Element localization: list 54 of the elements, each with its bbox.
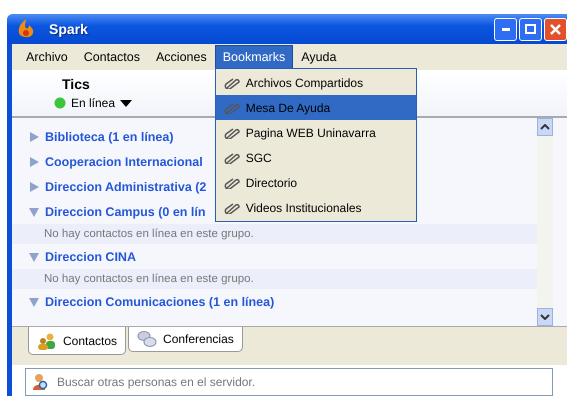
menu-item[interactable]: Ayuda [293,45,344,69]
group-name[interactable]: Cooperacion Internacional [45,154,203,168]
bookmark-item[interactable]: Mesa De Ayuda [216,95,416,120]
paperclip-icon [224,152,240,164]
expanded-arrow-icon[interactable] [29,296,39,306]
paperclip-icon [224,102,240,114]
search-input[interactable]: Buscar otras personas en el servidor. [55,374,552,390]
down-chevron-icon [540,314,550,320]
search-field[interactable]: Buscar otras personas en el servidor. [25,368,553,396]
minimize-button[interactable] [494,18,517,40]
expanded-arrow-icon[interactable] [29,252,39,262]
window-title: Spark [49,21,88,37]
close-button[interactable] [544,18,567,40]
collapsed-arrow-icon[interactable] [29,132,39,142]
bookmark-item[interactable]: Archivos Compartidos [216,70,416,95]
group-name[interactable]: Biblioteca (1 en línea) [45,130,174,144]
collapsed-arrow-icon[interactable] [29,156,39,166]
collapsed-arrow-icon[interactable] [29,182,39,192]
status-label[interactable]: En línea [71,96,116,110]
empty-group-note: No hay contactos en línea en este grupo. [12,224,537,244]
paperclip-icon [224,76,240,88]
group-name[interactable]: Direccion Campus (0 en lín [45,204,206,218]
maximize-button[interactable] [519,18,542,40]
menu-item[interactable]: Acciones [148,45,215,69]
chat-bubbles-icon [137,330,158,348]
scroll-up-button[interactable] [537,118,553,136]
bookmark-item[interactable]: Videos Institucionales [216,195,416,220]
group-name[interactable]: Direccion Comunicaciones (1 en línea) [45,294,274,308]
user-name: Tics [62,76,90,92]
bookmark-item[interactable]: Directorio [216,170,416,195]
paperclip-icon [224,126,240,138]
people-icon [37,332,57,350]
paperclip-icon [224,176,240,188]
dropdown-caret-icon[interactable] [120,100,132,106]
group-name[interactable]: Direccion CINA [45,250,136,264]
scroll-down-button[interactable] [537,308,553,326]
menu-item[interactable]: Contactos [76,45,148,69]
status-dot-icon [54,97,66,109]
group-name[interactable]: Direccion Administrativa (2 [45,180,206,194]
maximize-icon [525,24,536,34]
person-search-icon [31,373,49,391]
menu-item[interactable]: Archivo [18,45,76,69]
bookmark-item[interactable]: SGC [216,145,416,170]
scrollbar[interactable] [537,118,553,326]
tab[interactable]: Contactos [28,327,126,355]
paperclip-icon [224,202,240,214]
up-chevron-icon [540,124,550,130]
minimize-icon [502,28,510,30]
expanded-arrow-icon[interactable] [29,206,39,216]
empty-group-note: No hay contactos en línea en este grupo. [12,269,537,289]
close-icon [550,24,561,34]
bookmark-item[interactable]: Pagina WEB Uninavarra [216,120,416,145]
flame-icon [17,18,35,40]
tab[interactable]: Conferencias [128,327,243,352]
